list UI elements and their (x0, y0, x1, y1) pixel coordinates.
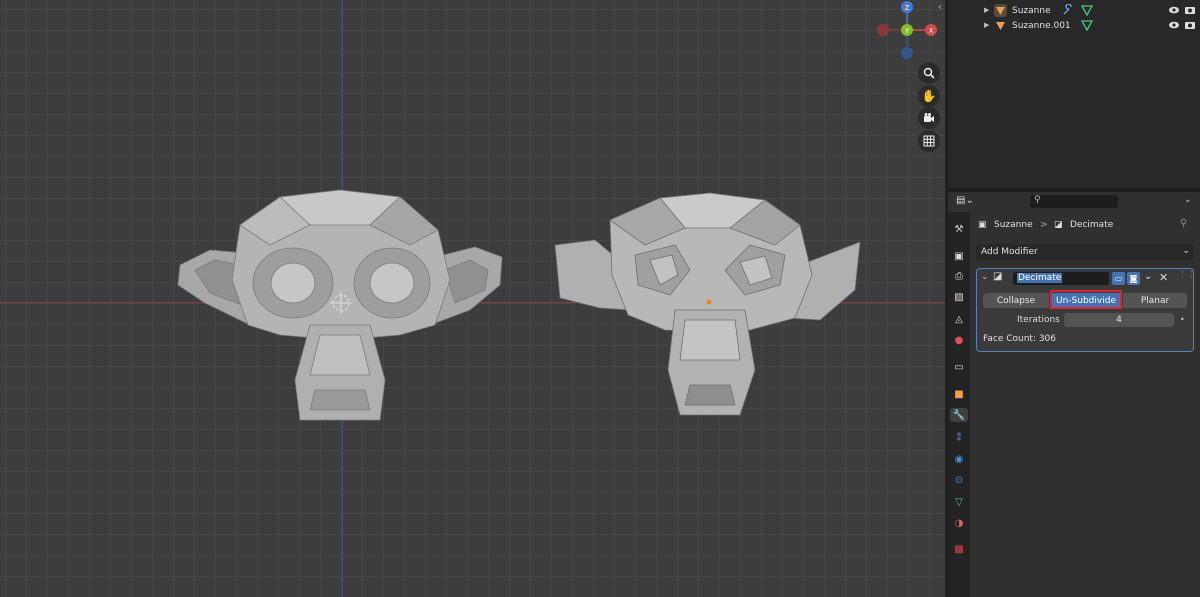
breadcrumb-object: Suzanne (994, 220, 1033, 230)
properties-panel: ▣ Suzanne > ◪ Decimate ⚲ Add Modifier ⌄ … (970, 212, 1200, 597)
collapse-sidebar-icon[interactable]: ‹ (938, 2, 942, 13)
decimate-modifier-panel: ⌄ ◪ Decimate ▭ ◙ ⌄ ✕ ⋮⋮ Collapse Un-Subd… (976, 268, 1196, 352)
render-camera-icon[interactable] (1184, 4, 1196, 19)
keyframe-dot-icon[interactable]: • (1180, 315, 1185, 324)
highlight-box (1050, 290, 1122, 309)
svg-text:X: X (929, 27, 934, 35)
add-modifier-label: Add Modifier (981, 247, 1038, 257)
object-icon (994, 19, 1007, 32)
suzanne-mesh[interactable] (170, 185, 510, 430)
outliner[interactable]: ▶ Suzanne ▶ Suzanne.001 (948, 0, 1200, 188)
mesh-data-icon[interactable] (1080, 4, 1094, 19)
face-count-text: Face Count: 306 (983, 334, 1057, 344)
chevron-down-icon[interactable]: ⌄ (1184, 195, 1192, 205)
eye-icon[interactable] (1168, 4, 1180, 19)
suzanne-001-mesh[interactable] (550, 190, 870, 420)
expand-arrow-icon[interactable]: ▶ (984, 6, 989, 14)
render-camera-icon[interactable] (1184, 19, 1196, 34)
drag-handle-icon[interactable]: ⋮⋮ (1178, 270, 1196, 280)
modifier-name-text: Decimate (1017, 273, 1063, 283)
collapse-chevron-icon[interactable]: ⌄ (981, 272, 989, 282)
add-modifier-button[interactable]: Add Modifier ⌄ (976, 244, 1194, 260)
svg-text:Y: Y (904, 27, 910, 35)
navigation-gizmo[interactable]: Z Y X (870, 0, 945, 65)
modifier-menu-chevron-icon[interactable]: ⌄ (1144, 271, 1152, 282)
expand-arrow-icon[interactable]: ▶ (984, 21, 989, 29)
world-tab-icon[interactable]: ● (952, 333, 966, 347)
collection-tab-icon[interactable]: ▭ (952, 360, 966, 374)
constraints-tab-icon[interactable]: ⊙ (952, 473, 966, 487)
material-tab-icon[interactable]: ◑ (952, 516, 966, 530)
hand-pan-icon[interactable]: ✋ (918, 85, 940, 107)
particles-tab-icon[interactable]: ⁑ (952, 431, 966, 445)
planar-mode-button[interactable]: Planar (1123, 293, 1187, 308)
svg-text:Z: Z (905, 4, 910, 12)
breadcrumb-separator: > (1040, 220, 1048, 230)
pin-icon[interactable]: ⚲ (1180, 218, 1187, 229)
scene-tab-icon[interactable]: ◬ (952, 312, 966, 326)
physics-tab-icon[interactable]: ◉ (952, 452, 966, 466)
decimate-icon: ◪ (1054, 220, 1063, 230)
camera-icon[interactable] (918, 107, 940, 129)
outliner-item-label[interactable]: Suzanne.001 (1012, 21, 1071, 31)
outliner-row-suzanne[interactable]: ▶ Suzanne (948, 3, 1200, 19)
iterations-field[interactable]: 4 (1064, 313, 1174, 327)
modifier-tab-icon[interactable]: 🔧 (950, 408, 968, 422)
modifier-name-field[interactable]: Decimate (1013, 272, 1109, 285)
object-icon (994, 4, 1007, 17)
object-square-icon: ▣ (978, 220, 987, 230)
iterations-label: Iterations (1017, 315, 1060, 325)
wrench-icon[interactable] (1062, 3, 1074, 19)
decimate-icon: ◪ (993, 271, 1003, 282)
collapse-mode-button[interactable]: Collapse (983, 293, 1049, 308)
texture-tab-icon[interactable]: ▩ (952, 542, 966, 556)
show-in-viewport-icon[interactable]: ▭ (1112, 272, 1125, 285)
zoom-icon[interactable] (918, 62, 940, 84)
properties-tab-column: ⚒ ▣ ⎙ ▨ ◬ ● ▭ ■ 🔧 ⁑ ◉ ⊙ ▽ ◑ ▩ (948, 212, 970, 597)
properties-search-input[interactable]: ⚲ (1030, 195, 1118, 208)
tool-tab-icon[interactable]: ⚒ (952, 222, 966, 236)
render-tab-icon[interactable]: ▣ (952, 249, 966, 263)
modifier-header: ⌄ ◪ Decimate ▭ ◙ ⌄ ✕ ⋮⋮ (977, 269, 1196, 287)
search-icon: ⚲ (1034, 195, 1041, 205)
close-icon[interactable]: ✕ (1159, 271, 1168, 284)
mesh-data-tab-icon[interactable]: ▽ (952, 495, 966, 509)
show-in-render-icon[interactable]: ◙ (1127, 272, 1140, 285)
mesh-data-icon[interactable] (1080, 19, 1094, 34)
view-layer-tab-icon[interactable]: ▨ (952, 290, 966, 304)
outliner-item-label[interactable]: Suzanne (1012, 6, 1051, 16)
properties-header: ▤⌄ ⚲ ⌄ (948, 192, 1200, 212)
output-tab-icon[interactable]: ⎙ (952, 269, 966, 283)
eye-icon[interactable] (1168, 19, 1180, 34)
outliner-row-suzanne-001[interactable]: ▶ Suzanne.001 (948, 19, 1200, 34)
properties-editor-type-icon[interactable]: ▤⌄ (956, 195, 974, 206)
grid-icon[interactable] (918, 130, 940, 152)
breadcrumb-modifier: Decimate (1070, 220, 1114, 230)
chevron-down-icon: ⌄ (1182, 246, 1190, 256)
3d-viewport[interactable]: Z Y X ‹ ✋ (0, 0, 945, 597)
object-tab-icon[interactable]: ■ (952, 387, 966, 401)
